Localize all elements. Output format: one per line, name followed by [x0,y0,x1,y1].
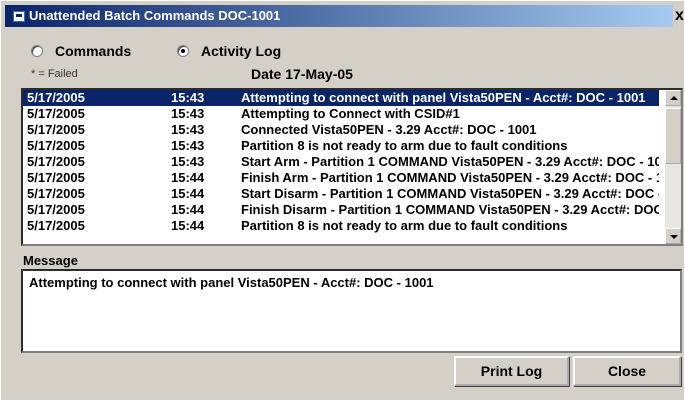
log-row-time: 15:43 [171,138,205,153]
log-row-time: 15:43 [171,90,205,105]
scroll-down-button[interactable] [665,228,681,244]
window-app-icon [13,11,25,22]
failed-legend: * = Failed [31,68,78,80]
log-row[interactable]: 5/17/2005 15:43 Attempting to connect wi… [23,90,659,106]
log-row-date: 5/17/2005 [27,186,85,201]
log-row-message: Start Arm - Partition 1 COMMAND Vista50P… [241,154,659,169]
activity-log-list[interactable]: 5/17/2005 15:43 Attempting to connect wi… [21,88,683,246]
close-window-button[interactable]: x [673,6,685,26]
radio-commands-label: Commands [55,43,132,59]
scroll-up-arrow-icon [670,96,678,100]
log-row-message: Connected Vista50PEN - 3.29 Acct#: DOC -… [241,122,537,137]
message-text: Attempting to connect with panel Vista50… [29,275,434,290]
log-row-time: 15:44 [171,186,205,201]
print-log-button[interactable]: Print Log [454,356,569,386]
scroll-up-button[interactable] [665,90,681,106]
radio-commands-indicator[interactable] [31,45,43,57]
log-row-date: 5/17/2005 [27,90,85,105]
log-row[interactable]: 5/17/2005 15:43 Start Arm - Partition 1 … [23,154,659,170]
log-row-time: 15:43 [171,122,205,137]
message-label: Message [23,253,78,268]
log-row[interactable]: 5/17/2005 15:44 Partition 8 is not ready… [23,218,659,234]
log-row-date: 5/17/2005 [27,106,85,121]
log-row-message: Partition 8 is not ready to arm due to f… [241,218,568,233]
close-button[interactable]: Close [573,356,681,386]
title-bar[interactable]: Unattended Batch Commands DOC-1001 [5,5,673,27]
scroll-thumb[interactable] [665,108,681,164]
log-row-time: 15:44 [171,218,205,233]
window-title: Unattended Batch Commands DOC-1001 [29,8,281,23]
scroll-down-arrow-icon [670,235,678,239]
log-row[interactable]: 5/17/2005 15:44 Finish Arm - Partition 1… [23,170,659,186]
radio-activity-log[interactable]: Activity Log [177,41,281,61]
log-row-date: 5/17/2005 [27,154,85,169]
log-row-message: Partition 8 is not ready to arm due to f… [241,138,568,153]
log-row-time: 15:44 [171,170,205,185]
batch-commands-window: Unattended Batch Commands DOC-1001 x Com… [0,0,685,401]
log-row-message: Start Disarm - Partition 1 COMMAND Vista… [241,186,659,201]
log-date: Date 17-May-05 [251,66,353,82]
log-row-time: 15:43 [171,106,205,121]
log-row-message: Attempting to connect with panel Vista50… [241,90,646,105]
log-row-date: 5/17/2005 [27,170,85,185]
log-row[interactable]: 5/17/2005 15:44 Start Disarm - Partition… [23,186,659,202]
log-row-message: Attempting to Connect with CSID#1 [241,106,460,121]
log-row[interactable]: 5/17/2005 15:44 Finish Disarm - Partitio… [23,202,659,218]
log-row-time: 15:43 [171,154,205,169]
log-row[interactable]: 5/17/2005 15:43 Attempting to Connect wi… [23,106,659,122]
log-row[interactable]: 5/17/2005 15:43 Partition 8 is not ready… [23,138,659,154]
log-row-time: 15:44 [171,202,205,217]
message-box[interactable]: Attempting to connect with panel Vista50… [21,269,682,353]
log-row[interactable]: 5/17/2005 15:43 Connected Vista50PEN - 3… [23,122,659,138]
log-row-date: 5/17/2005 [27,138,85,153]
log-vertical-scrollbar[interactable] [665,90,681,244]
radio-activity-log-indicator[interactable] [177,45,189,57]
log-row-date: 5/17/2005 [27,218,85,233]
radio-activity-log-label: Activity Log [201,43,282,59]
log-row-date: 5/17/2005 [27,202,85,217]
radio-commands[interactable]: Commands [31,41,131,61]
log-row-date: 5/17/2005 [27,122,85,137]
log-row-message: Finish Arm - Partition 1 COMMAND Vista50… [241,170,659,185]
log-row-message: Finish Disarm - Partition 1 COMMAND Vist… [241,202,659,217]
